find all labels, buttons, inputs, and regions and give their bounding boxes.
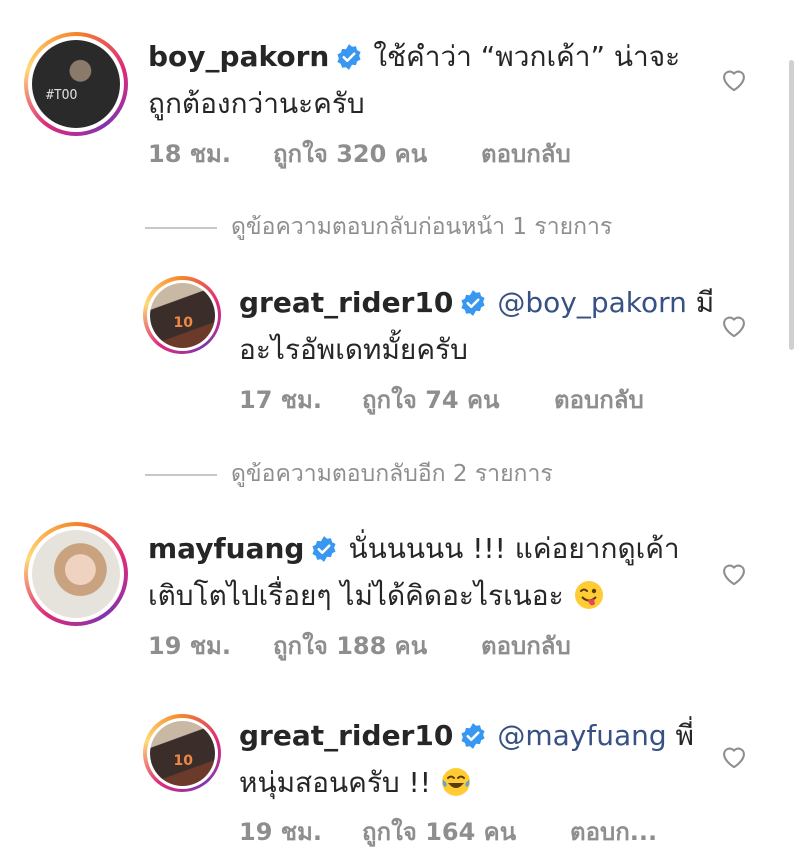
- reply-button[interactable]: ตอบก...: [570, 812, 657, 851]
- comment-body: ใช้คำว่า “พวกเค้า” น่าจะ: [373, 40, 681, 73]
- avatar[interactable]: [24, 522, 128, 626]
- comment-body: มี: [686, 286, 715, 319]
- avatar[interactable]: 10: [143, 714, 221, 792]
- avatar-jersey-number: 10: [173, 314, 193, 331]
- comment-meta: 18 ชม. ถูกใจ 320 คน ตอบกลับ: [148, 134, 571, 173]
- mention-link[interactable]: @mayfuang: [497, 719, 666, 752]
- mention-link[interactable]: @boy_pakorn: [497, 286, 687, 319]
- verified-badge-icon: [335, 41, 363, 83]
- timestamp: 19 ชม.: [239, 818, 322, 846]
- comment-text: great_rider10 @mayfuang พี่ หนุ่มสอนครับ …: [239, 715, 719, 810]
- username[interactable]: great_rider10: [239, 286, 453, 319]
- username[interactable]: boy_pakorn: [148, 40, 329, 73]
- comment-body: นั่นนนนน !!! แค่อยากดูเค้า: [348, 532, 680, 565]
- like-count[interactable]: ถูกใจ 74 คน: [362, 380, 544, 419]
- comment-body-line2: อะไรอัพเดทมั้ยครับ: [239, 333, 468, 366]
- comment-meta: 19 ชม. ถูกใจ 188 คน ตอบกลับ: [148, 626, 571, 665]
- view-previous-replies-label: ดูข้อความตอบกลับก่อนหน้า 1 รายการ: [231, 214, 613, 240]
- username[interactable]: mayfuang: [148, 532, 304, 565]
- comment-body-line2: ถูกต้องกว่านะครับ: [148, 87, 365, 120]
- reply-button[interactable]: ตอบกลับ: [481, 134, 571, 173]
- reply-button[interactable]: ตอบกลับ: [481, 626, 571, 665]
- verified-badge-icon: [459, 720, 487, 762]
- like-count[interactable]: ถูกใจ 320 คน: [273, 134, 471, 173]
- comment-text: great_rider10 @boy_pakorn มี อะไรอัพเดทมั…: [239, 282, 719, 371]
- heart-icon[interactable]: [720, 312, 748, 342]
- username[interactable]: great_rider10: [239, 719, 453, 752]
- comment-text: boy_pakorn ใช้คำว่า “พวกเค้า” น่าจะ ถูกต้…: [148, 36, 708, 125]
- timestamp: 19 ชม.: [148, 632, 231, 660]
- tears-of-joy-face-icon: [440, 766, 472, 810]
- timestamp: 17 ชม.: [239, 386, 322, 414]
- avatar-jersey-number: 10: [173, 752, 193, 769]
- divider-line: [145, 473, 217, 476]
- comment-meta: 19 ชม. ถูกใจ 164 คน ตอบก...: [239, 812, 657, 851]
- heart-icon[interactable]: [720, 560, 748, 590]
- comment-meta: 17 ชม. ถูกใจ 74 คน ตอบกลับ: [239, 380, 644, 419]
- like-count[interactable]: ถูกใจ 164 คน: [362, 812, 560, 851]
- divider-line: [145, 226, 217, 229]
- comment-body: พี่: [666, 719, 694, 752]
- like-count[interactable]: ถูกใจ 188 คน: [273, 626, 471, 665]
- comment-text: mayfuang นั่นนนนน !!! แค่อยากดูเค้า เติบโ…: [148, 528, 708, 623]
- heart-icon[interactable]: [720, 743, 748, 773]
- view-more-replies-label: ดูข้อความตอบกลับอีก 2 รายการ: [231, 461, 553, 487]
- scrollbar[interactable]: [789, 60, 794, 350]
- avatar-shirt-text: #TOO: [46, 88, 78, 103]
- comment-body-line2: เติบโตไปเรื่อยๆ ไม่ได้คิดอะไรเนอะ: [148, 579, 564, 612]
- heart-icon[interactable]: [720, 66, 748, 96]
- verified-badge-icon: [310, 533, 338, 575]
- view-previous-replies[interactable]: ดูข้อความตอบกลับก่อนหน้า 1 รายการ: [145, 209, 612, 245]
- avatar[interactable]: 10: [143, 276, 221, 354]
- verified-badge-icon: [459, 287, 487, 329]
- avatar[interactable]: #TOO: [24, 32, 128, 136]
- comment-body-line2: หนุ่มสอนครับ !!: [239, 766, 431, 799]
- reply-button[interactable]: ตอบกลับ: [554, 380, 644, 419]
- winking-tongue-face-icon: [573, 579, 605, 623]
- view-more-replies[interactable]: ดูข้อความตอบกลับอีก 2 รายการ: [145, 456, 553, 492]
- timestamp: 18 ชม.: [148, 140, 231, 168]
